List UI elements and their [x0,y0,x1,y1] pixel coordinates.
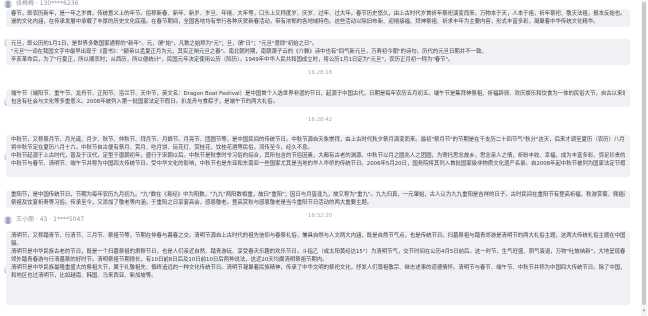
message-bubble[interactable]: 重阳节，是中国传统节日，节期为每年农历九月初九。"九"数在《易经》中为阳数，"九… [6,190,630,208]
message-text-line: 春节，即农历新年，是一年之岁首。传统意义上的年节。俗称新春、新年、新岁、岁旦、年… [11,11,625,17]
message-text-line: 清明节是中华民族古老的节日，既是一个扫墓祭祖的肃穆节日，也是人们亲近自然、踏青游… [11,249,625,255]
message-text-line: 重阳节，是中国传统节日，节期为每年农历九月初九。"九"数在《易经》中为阳数，"九… [11,192,625,198]
scrollbar-thumb[interactable] [642,2,646,305]
message-text-line: 中秋节，又称祭月节、月光诞、月夕、秋节、仲秋节、拜月节、月娘节、月亮节、团圆节等… [11,137,625,143]
message-text-line: "元旦"一词在我国文字中最早出现于《晋书》："颛帝以孟夏正月为元，其实正朔元旦之… [11,49,487,55]
message-text-line: 清明节，又称踏青节、行清节、三月节、祭祖节等，节期在仲春与暮春之交。清明节源自上… [11,233,625,239]
message-header: 张梅梅 · 130****6236 [4,0,634,9]
avatar[interactable] [4,0,12,8]
sender-name: 张梅梅 · 130****6236 [16,0,79,7]
scrollbar[interactable]: ▾ [641,0,647,316]
message-text-line: 祭祖及饮宴祈寿等习俗。传承至今，又添加了敬老等内涵，于重阳之日享宴高会，感恩敬老… [11,200,373,206]
message-bubble[interactable]: 元旦，即公历的1月1日，是世界多数国家通称的"新年"。元，谓"始"，凡数之始称为… [6,39,630,65]
message-timestamp: 16:28:42 [307,117,333,123]
chat-message-list: 张梅梅 · 130****6236 春节，即农历新年，是一年之岁首。传统意义上的年… [0,0,640,316]
message-text-line: 邃的文化内涵，在传承发展中承载了丰厚的历史文化底蕴。在春节期间，全国各地均有举行… [11,19,599,25]
message-text-line: 清明节是中华民族最隆重盛大的祭祖大节，属于礼敬祖先、慎终追远的一种文化传统节日。… [11,265,625,271]
message-text-line: 辛亥革命后，为了"行夏正，所以顺农时；从西历，所以便统计"，民国元年决定使用公历… [11,57,454,63]
message-text-line: 元旦，即公历的1月1日，是世界多数国家通称的"新年"。元，谓"始"，凡数之始称为… [11,41,318,47]
message-text-line: 中秋节起源于上古时代，普及于汉代，定型于唐朝初年，盛行于宋朝以后。中秋节是秋季时… [11,153,625,159]
message-bubble[interactable]: 春节，即农历新年，是一年之岁首。传统意义上的年节。俗称新春、新年、新岁、岁旦、年… [6,9,630,27]
message-text-line: 郊外踏青春游与行清墓祭的好时节。清明祭祖节期很长，有10日前8日后及10日前10… [11,257,328,263]
message-bubble[interactable]: 中秋节，又称祭月节、月光诞、月夕、秋节、仲秋节、拜月节、月娘节、月亮节、团圆节等… [6,135,630,177]
message-timestamp: 16:32:20 [307,213,333,219]
message-timestamp: 16:28:18 [307,70,333,76]
scroll-down-arrow-icon[interactable]: ▾ [641,308,647,314]
message-bubble[interactable]: 清明节，又称踏青节、行清节、三月节、祭祖节等，节期在仲春与暮春之交。清明节源自上… [6,231,630,305]
message-bubble[interactable]: 端午节（端阳节、重午节、龙舟节、正阳节、浴兰节、天中节，英文名：Dragon B… [6,89,630,107]
message-text-line: 包含有社会与文化等多重意义。2008年被列入第一批国家法定节假日。扒龙舟与食粽子… [11,99,279,105]
message-text-line: 辍。 [11,241,22,247]
message-text-line: 和地区也过清明节，比如越南、韩国、马来西亚、新加坡等。 [11,273,157,279]
message-text-line: 端午节（端阳节、重午节、龙舟节、正阳节、浴兰节、天中节，英文名：Dragon B… [11,91,625,97]
message-text-line: 中秋节与春节、清明节、端午节并称为中国四大传统节日。受中华文化的影响，中秋节也是… [11,161,625,167]
message-text-line: 将中秋节定在夏历八月十六。中秋节自古便有祭月、赏月、吃月饼、玩花灯、赏桂花、饮桂… [11,145,313,151]
